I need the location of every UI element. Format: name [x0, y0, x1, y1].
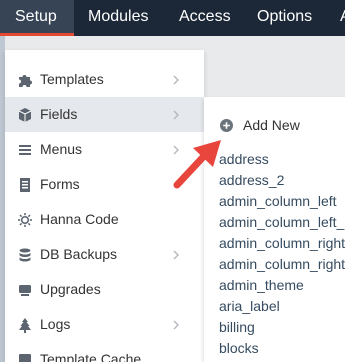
- menu-item-upgrades[interactable]: Upgrades: [5, 272, 204, 307]
- chevron-right-icon: [173, 145, 179, 155]
- nav-access[interactable]: Access: [179, 0, 231, 36]
- nav-options[interactable]: Options: [257, 0, 312, 36]
- menu-item-fields[interactable]: Fields: [5, 97, 204, 132]
- chevron-right-icon: [173, 250, 179, 260]
- menu-item-label: Hanna Code: [40, 211, 119, 227]
- field-item[interactable]: address_2: [219, 170, 284, 191]
- menu-item-logs[interactable]: Logs: [5, 307, 204, 342]
- field-item[interactable]: address: [219, 149, 269, 170]
- menu-item-label: Template Cache: [40, 351, 142, 362]
- puzzle-icon: [19, 75, 32, 87]
- menu-item-label: Forms: [40, 176, 80, 192]
- nav-modules[interactable]: Modules: [88, 0, 148, 36]
- menu-item-label: Menus: [40, 141, 83, 157]
- field-item[interactable]: billing: [219, 317, 255, 338]
- menu-item-label: DB Backups: [40, 246, 118, 262]
- field-item[interactable]: admin_column_left: [219, 191, 337, 212]
- top-nav-bar: Setup Modules Access Options A: [0, 0, 345, 36]
- nav-truncated-item[interactable]: A: [340, 0, 345, 36]
- fields-submenu: Add New address address_2 admin_column_l…: [204, 97, 345, 362]
- menu-item-db-backups[interactable]: DB Backups: [5, 237, 204, 272]
- field-item[interactable]: blocks: [219, 338, 259, 359]
- menu-item-template-cache[interactable]: Template Cache: [5, 342, 204, 362]
- field-item[interactable]: admin_column_right: [219, 233, 345, 254]
- sun-icon: [18, 213, 32, 227]
- field-item[interactable]: admin_column_left_B: [219, 212, 345, 233]
- bars-icon: [19, 145, 31, 155]
- cube-icon: [18, 108, 32, 122]
- menu-item-label: Templates: [40, 71, 104, 87]
- menu-item-menus[interactable]: Menus: [5, 132, 204, 167]
- menu-item-label: Upgrades: [40, 281, 101, 297]
- chevron-right-icon: [173, 75, 179, 85]
- field-item[interactable]: admin_column_right: [219, 254, 345, 275]
- upgrade-icon: [19, 285, 31, 296]
- chevron-right-icon: [173, 320, 179, 330]
- form-icon: [20, 178, 30, 192]
- setup-dropdown-menu: Templates Fields Menus Forms Hanna Code …: [5, 50, 204, 362]
- add-new-field-button[interactable]: Add New: [204, 97, 345, 149]
- menu-item-templates[interactable]: Templates: [5, 62, 204, 97]
- add-new-label: Add New: [243, 117, 300, 133]
- nav-setup[interactable]: Setup: [0, 0, 74, 36]
- plus-circle-icon: [220, 119, 233, 132]
- database-icon: [19, 248, 31, 262]
- field-item[interactable]: admin_theme: [219, 275, 304, 296]
- menu-item-label: Logs: [40, 316, 71, 332]
- menu-item-hanna-code[interactable]: Hanna Code: [5, 202, 204, 237]
- cache-icon: [19, 354, 31, 362]
- menu-item-label: Fields: [40, 106, 78, 122]
- chevron-right-icon: [173, 110, 179, 120]
- field-item[interactable]: aria_label: [219, 296, 280, 317]
- tree-icon: [19, 318, 31, 333]
- menu-item-forms[interactable]: Forms: [5, 167, 204, 202]
